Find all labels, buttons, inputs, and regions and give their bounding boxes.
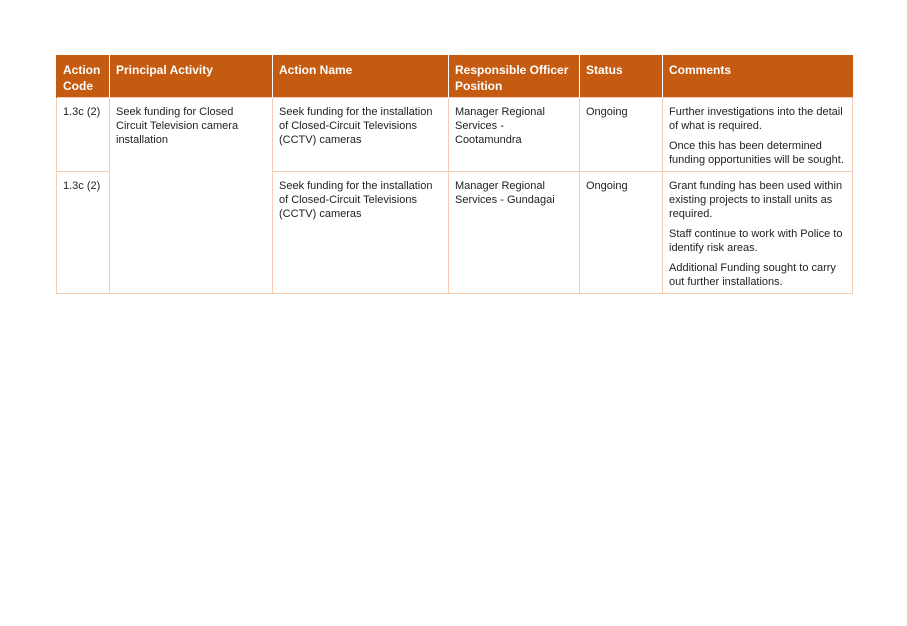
- cell-comments: Grant funding has been used within exist…: [662, 171, 853, 294]
- header-action-code: Action Code: [56, 55, 110, 98]
- cell-comments: Further investigations into the detail o…: [662, 97, 853, 172]
- header-comments: Comments: [662, 55, 853, 98]
- document-page: Action Code Principal Activity Action Na…: [0, 0, 907, 626]
- comment-paragraph: Staff continue to work with Police to id…: [669, 228, 843, 254]
- cell-status: Ongoing: [579, 171, 663, 294]
- cell-action-name: Seek funding for the installation of Clo…: [272, 171, 449, 294]
- cell-responsible-officer: Manager Regional Services - Gundagai: [448, 171, 580, 294]
- cell-responsible-officer: Manager Regional Services - Cootamundra: [448, 97, 580, 172]
- cell-action-code: 1.3c (2): [56, 97, 110, 172]
- table-row: 1.3c (2) Seek funding for Closed Circuit…: [56, 97, 853, 294]
- table-header-row: Action Code Principal Activity Action Na…: [56, 55, 853, 98]
- comment-paragraph: Once this has been determined funding op…: [669, 140, 844, 166]
- action-plan-table: Action Code Principal Activity Action Na…: [56, 55, 853, 294]
- comment-paragraph: Additional Funding sought to carry out f…: [669, 262, 836, 288]
- cell-action-name: Seek funding for the installation of Clo…: [272, 97, 449, 172]
- cell-action-code: 1.3c (2): [56, 171, 110, 294]
- header-responsible-officer: Responsible Officer Position: [448, 55, 580, 98]
- cell-principal-activity: Seek funding for Closed Circuit Televisi…: [109, 97, 273, 294]
- comment-paragraph: Grant funding has been used within exist…: [669, 180, 843, 220]
- header-action-name: Action Name: [272, 55, 449, 98]
- comment-paragraph: Further investigations into the detail o…: [669, 106, 843, 132]
- cell-status: Ongoing: [579, 97, 663, 172]
- header-principal-activity: Principal Activity: [109, 55, 273, 98]
- header-status: Status: [579, 55, 663, 98]
